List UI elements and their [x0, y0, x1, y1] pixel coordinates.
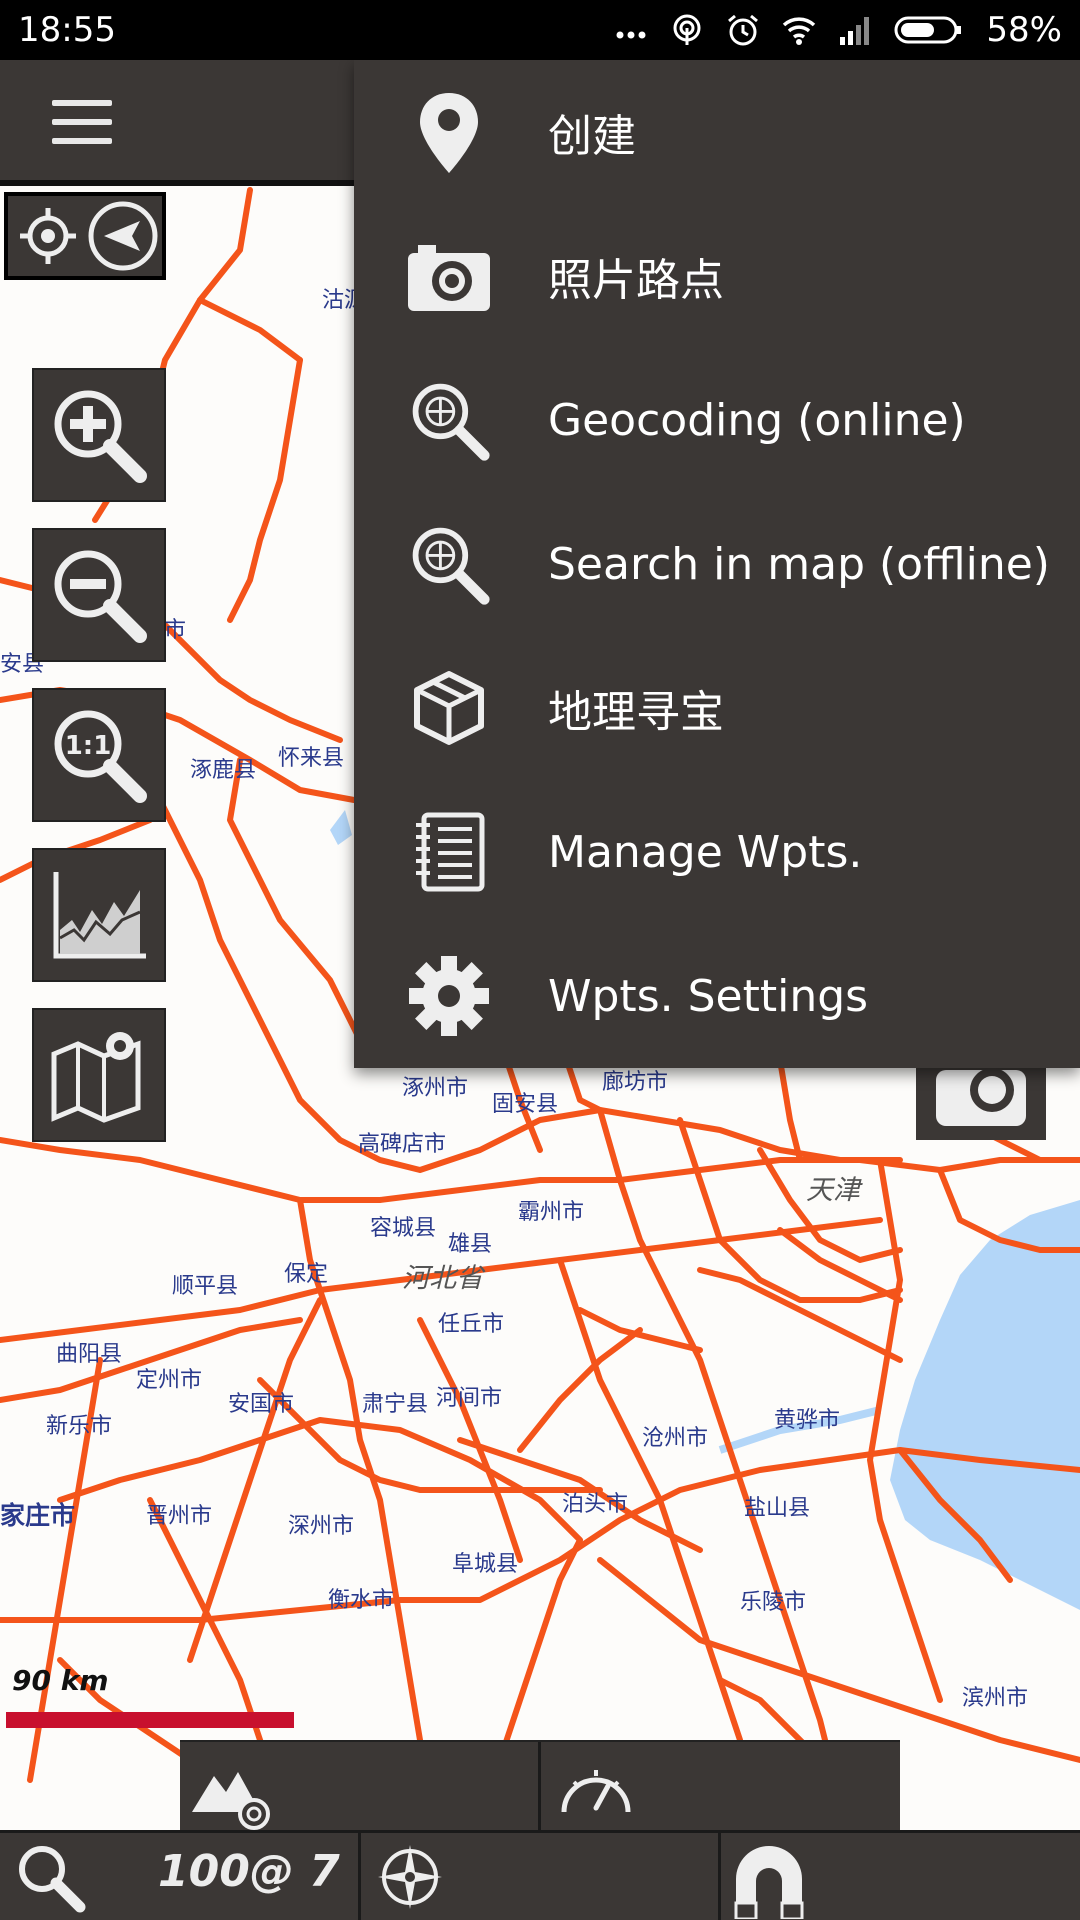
map-label: 沧州市 [642, 1426, 709, 1451]
status-bar: 18:55 58% [0, 0, 1080, 60]
search-icon[interactable] [10, 1837, 90, 1917]
bottom-divider [358, 1833, 361, 1920]
map-label: 天津 [806, 1175, 860, 1206]
box-icon [406, 665, 492, 751]
zoom-reset-button[interactable]: 1:1 [32, 688, 166, 822]
scale-label: 90 km [12, 1664, 109, 1697]
speedometer-icon[interactable] [550, 1746, 640, 1832]
map-label: 泊头市 [562, 1492, 629, 1517]
hamburger-menu-icon[interactable] [52, 100, 112, 144]
zoom-out-icon [54, 550, 147, 643]
map-label: 雄县 [448, 1232, 493, 1257]
navigation-arrow-icon[interactable] [86, 199, 160, 273]
menu-item-create[interactable]: 创建 [354, 60, 1080, 204]
map-label: 固安县 [492, 1092, 559, 1117]
altitude-chart-button[interactable] [32, 848, 166, 982]
camera-icon [406, 233, 492, 319]
map-label: 怀来县 [278, 746, 345, 771]
reservoir [330, 810, 352, 845]
folded-map-icon [51, 1032, 141, 1123]
map-label: 容城县 [370, 1216, 437, 1241]
status-time: 18:55 [18, 10, 116, 50]
zoom-out-button[interactable] [32, 528, 166, 662]
map-label: 衡水市 [328, 1588, 395, 1613]
photo-button[interactable] [916, 1060, 1046, 1140]
hotspot-icon [673, 14, 701, 45]
map-label: 河北省 [402, 1263, 483, 1294]
map-label: 晋州市 [146, 1504, 213, 1529]
map-label: 滨州市 [962, 1686, 1029, 1711]
globe-search-icon [406, 377, 492, 463]
zoom-level-readout: 100@ 7 [158, 1846, 340, 1897]
globe-search-icon [406, 521, 492, 607]
map-label: 河间市 [436, 1386, 503, 1411]
notebook-icon [406, 809, 492, 895]
signal-icon [840, 17, 870, 45]
map-label: 涿州市 [402, 1076, 469, 1101]
compass-rose-icon[interactable] [370, 1837, 450, 1917]
map-label: 高碑店市 [358, 1132, 447, 1157]
map-label: 保定 [284, 1262, 329, 1287]
menu-item-label: Geocoding (online) [548, 394, 966, 446]
svg-text:1:1: 1:1 [65, 731, 112, 761]
screen: 沽源 市 安县 涿鹿县 怀来县 涿州市 固安县 廊坊市 高碑店市 天津 容城县 … [0, 0, 1080, 1920]
menu-item-label: 照片路点 [548, 255, 724, 306]
menu-item-label: Wpts. Settings [548, 970, 869, 1022]
magnet-icon[interactable] [724, 1833, 814, 1919]
map-label: 家庄市 [0, 1501, 76, 1530]
menu-item-manage-wpts[interactable]: Manage Wpts. [354, 780, 1080, 924]
zoom-in-icon [54, 390, 147, 483]
map-label: 乐陵市 [740, 1590, 807, 1615]
zoom-in-button[interactable] [32, 368, 166, 502]
bottom-divider [718, 1833, 721, 1920]
map-label: 霸州市 [518, 1200, 585, 1225]
panel-divider [538, 1742, 541, 1834]
map-label: 黄骅市 [774, 1408, 841, 1433]
more-dots-icon [616, 31, 646, 39]
menu-item-label: 创建 [548, 111, 636, 162]
alarm-icon [728, 14, 759, 46]
map-label: 顺平县 [172, 1274, 239, 1299]
menu-item-photo-waypoint[interactable]: 照片路点 [354, 204, 1080, 348]
map-label: 阜城县 [452, 1552, 519, 1577]
menu-item-label: Manage Wpts. [548, 826, 863, 878]
map-label: 新乐市 [46, 1414, 113, 1439]
menu-item-wpts-settings[interactable]: Wpts. Settings [354, 924, 1080, 1068]
location-pin-icon [406, 89, 492, 175]
map-label: 深州市 [288, 1514, 355, 1539]
status-icons: 58% [614, 10, 1062, 50]
mountain-icon[interactable] [186, 1746, 276, 1832]
gear-icon [406, 953, 492, 1039]
map-selector-button[interactable] [32, 1008, 166, 1142]
line-chart-icon [53, 872, 146, 959]
camera-icon [936, 1068, 1026, 1126]
map-label: 市 [164, 618, 187, 643]
map-label: 肃宁县 [362, 1392, 429, 1417]
battery-percent: 58% [986, 10, 1062, 50]
map-label: 安国市 [228, 1392, 295, 1417]
location-controls [4, 192, 166, 280]
map-label: 涿鹿县 [190, 758, 257, 783]
menu-item-geocoding-online[interactable]: Geocoding (online) [354, 348, 1080, 492]
wifi-icon [783, 17, 816, 45]
map-label: 任丘市 [438, 1312, 505, 1337]
map-label: 定州市 [136, 1368, 203, 1393]
menu-item-search-offline[interactable]: Search in map (offline) [354, 492, 1080, 636]
map-label: 盐山县 [744, 1496, 811, 1521]
scale-bar [6, 1712, 294, 1728]
bottom-tools-panel [180, 1740, 900, 1834]
map-label: 曲阳县 [56, 1342, 123, 1367]
map-label: 廊坊市 [602, 1070, 669, 1095]
menu-item-geocaching[interactable]: 地理寻宝 [354, 636, 1080, 780]
zoom-one-to-one-icon: 1:1 [54, 710, 147, 803]
menu-item-label: 地理寻宝 [548, 687, 724, 738]
waypoints-menu: 创建 照片路点 Geocoding (online) Search in map… [354, 60, 1080, 1068]
menu-item-label: Search in map (offline) [548, 538, 1050, 590]
battery-icon [894, 16, 962, 44]
